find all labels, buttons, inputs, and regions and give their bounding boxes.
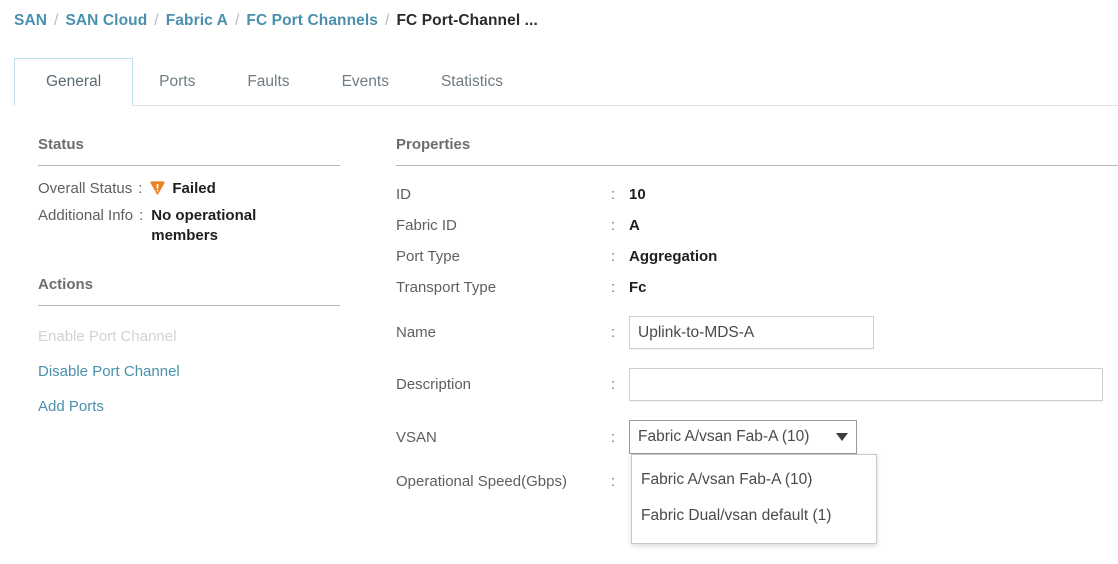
overall-status-row: Overall Status : Failed xyxy=(38,179,348,199)
name-input[interactable]: Uplink-to-MDS-A xyxy=(629,316,874,349)
chevron-down-icon xyxy=(836,433,848,441)
breadcrumb-separator: / xyxy=(54,12,59,29)
name-input-value: Uplink-to-MDS-A xyxy=(638,323,755,341)
property-label-operational-speed: Operational Speed(Gbps) xyxy=(396,472,567,490)
properties-section-heading: Properties xyxy=(396,136,471,153)
property-label-description: Description xyxy=(396,376,472,393)
property-label-fabric-id: Fabric ID xyxy=(396,216,457,234)
vsan-select-wrapper: Fabric A/vsan Fab-A (10) Fabric A/vsan F… xyxy=(629,420,877,544)
property-value-id: 10 xyxy=(629,185,646,203)
breadcrumb-item-san[interactable]: SAN xyxy=(14,12,47,30)
breadcrumb-separator: / xyxy=(154,12,159,29)
property-colon: : xyxy=(611,216,616,234)
overall-status-value: Failed xyxy=(172,180,216,197)
actions-section-divider xyxy=(38,305,340,306)
property-row-port-type: Port Type : Aggregation xyxy=(396,244,1118,268)
description-input[interactable] xyxy=(629,368,1103,401)
additional-info-label: Additional Info xyxy=(38,207,134,224)
tab-ports-label: Ports xyxy=(159,73,196,90)
tab-statistics[interactable]: Statistics xyxy=(415,58,529,106)
property-label-vsan: VSAN xyxy=(396,428,437,446)
tab-general-label: General xyxy=(46,73,102,90)
tab-events-label: Events xyxy=(341,73,389,90)
action-disable-port-channel[interactable]: Disable Port Channel xyxy=(38,354,348,389)
vsan-select-value: Fabric A/vsan Fab-A (10) xyxy=(638,428,810,445)
tab-statistics-label: Statistics xyxy=(440,73,503,90)
property-row-transport-type: Transport Type : Fc xyxy=(396,275,1118,299)
vsan-option-fabric-a[interactable]: Fabric A/vsan Fab-A (10) xyxy=(632,462,876,498)
actions-section: Actions Enable Port Channel Disable Port… xyxy=(38,276,348,424)
breadcrumb-item-fabric-a[interactable]: Fabric A xyxy=(166,12,228,30)
breadcrumb: SAN / SAN Cloud / Fabric A / FC Port Cha… xyxy=(14,12,538,30)
property-row-name: Name : Uplink-to-MDS-A xyxy=(396,316,1118,349)
overall-status-label: Overall Status xyxy=(38,180,133,197)
actions-section-heading: Actions xyxy=(38,276,94,293)
overall-status-colon: : xyxy=(138,180,143,197)
tab-general[interactable]: General xyxy=(14,58,134,106)
vsan-option-fabric-dual[interactable]: Fabric Dual/vsan default (1) xyxy=(632,498,876,534)
breadcrumb-item-san-cloud[interactable]: SAN Cloud xyxy=(65,12,147,30)
property-colon: : xyxy=(611,247,616,265)
property-colon: : xyxy=(611,185,616,203)
warning-triangle-icon xyxy=(150,181,165,196)
property-colon: : xyxy=(611,472,616,490)
property-label-transport-type: Transport Type xyxy=(396,278,497,296)
property-value-port-type: Aggregation xyxy=(629,247,718,265)
status-section-divider xyxy=(38,165,340,166)
tab-ports[interactable]: Ports xyxy=(133,58,221,106)
action-enable-port-channel: Enable Port Channel xyxy=(38,328,177,345)
tab-bar: General Ports Faults Events Statistics xyxy=(0,58,1118,106)
property-colon: : xyxy=(611,324,616,341)
additional-info-value: No operational members xyxy=(151,207,257,244)
left-panel: Status Overall Status : Failed Additiona… xyxy=(38,136,348,424)
property-label-port-type: Port Type xyxy=(396,247,460,265)
breadcrumb-item-fc-port-channels[interactable]: FC Port Channels xyxy=(246,12,378,30)
status-section-heading: Status xyxy=(38,136,84,153)
property-value-transport-type: Fc xyxy=(629,278,647,296)
properties-panel: Properties ID : 10 Fabric ID : A Port Ty… xyxy=(396,136,1118,544)
property-row-vsan: VSAN : Fabric A/vsan Fab-A (10) Fabric A… xyxy=(396,420,1118,544)
property-row-description: Description : xyxy=(396,368,1118,401)
property-row-id: ID : 10 xyxy=(396,182,1118,206)
vsan-dropdown-panel: Fabric A/vsan Fab-A (10) Fabric Dual/vsa… xyxy=(631,454,877,544)
breadcrumb-separator: / xyxy=(234,12,240,29)
breadcrumb-item-current: FC Port-Channel ... xyxy=(396,12,538,29)
tab-events[interactable]: Events xyxy=(316,58,415,106)
vsan-select[interactable]: Fabric A/vsan Fab-A (10) xyxy=(629,420,857,454)
property-label-name: Name xyxy=(396,324,437,341)
property-label-id: ID xyxy=(396,185,411,203)
breadcrumb-separator: / xyxy=(385,12,390,29)
property-colon: : xyxy=(611,278,616,296)
property-row-fabric-id: Fabric ID : A xyxy=(396,213,1118,237)
action-add-ports[interactable]: Add Ports xyxy=(38,389,348,424)
tab-faults-label: Faults xyxy=(247,73,290,90)
properties-section-divider xyxy=(396,165,1118,166)
property-colon: : xyxy=(611,376,616,393)
property-value-fabric-id: A xyxy=(629,216,640,234)
tab-faults[interactable]: Faults xyxy=(221,58,315,106)
additional-info-colon: : xyxy=(139,207,144,224)
property-colon: : xyxy=(611,428,616,446)
additional-info-row: Additional Info : No operational members xyxy=(38,206,348,246)
status-badge: Failed xyxy=(150,179,216,199)
